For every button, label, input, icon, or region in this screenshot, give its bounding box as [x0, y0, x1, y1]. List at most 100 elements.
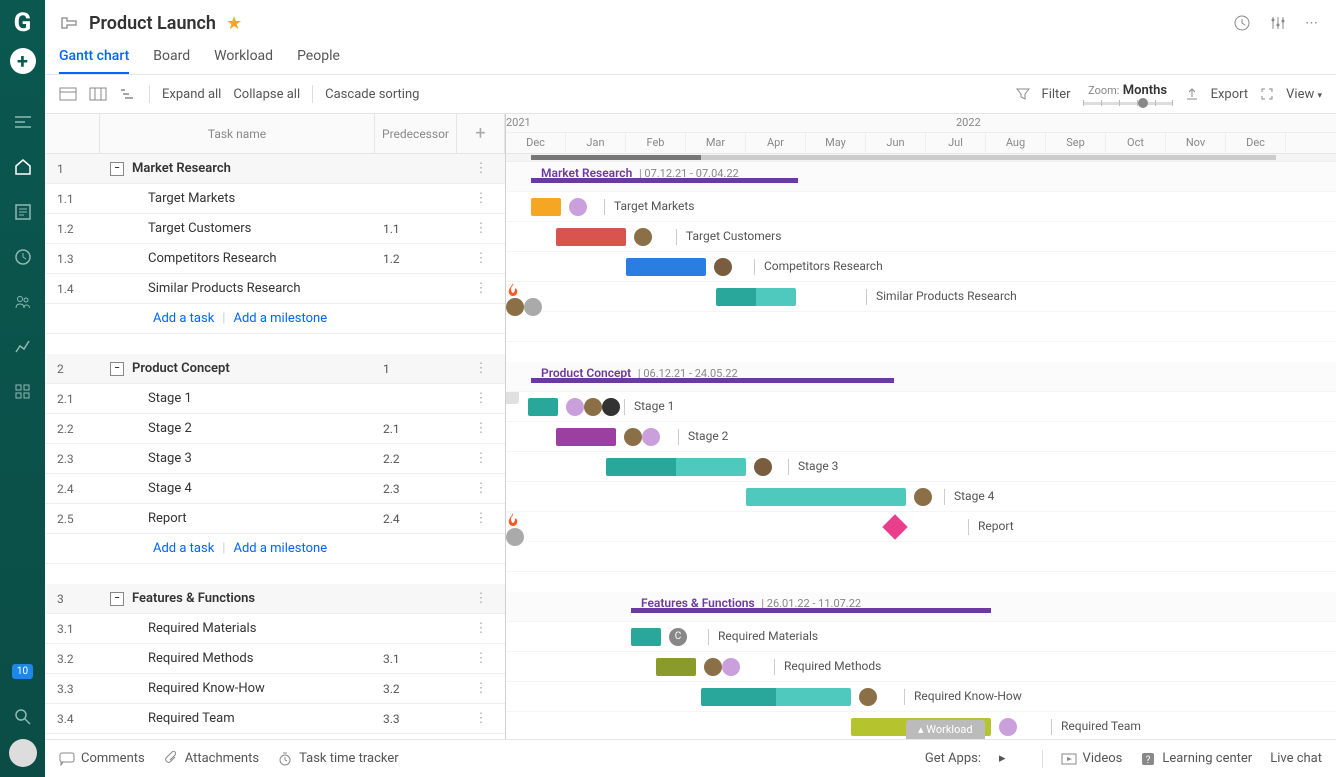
row-menu[interactable]: ⋮	[457, 391, 505, 406]
task-bar[interactable]	[626, 258, 706, 276]
group-row[interactable]: 3−Features & Functions⋮	[45, 584, 505, 614]
expand-all-button[interactable]: Expand all	[162, 87, 221, 102]
settings-icon[interactable]	[1265, 10, 1291, 36]
row-menu[interactable]: ⋮	[457, 361, 505, 376]
milestone-marker[interactable]	[882, 514, 907, 539]
row-menu[interactable]: ⋮	[457, 251, 505, 266]
favorite-star-icon[interactable]: ★	[226, 13, 242, 34]
add-button[interactable]: +	[10, 48, 36, 74]
search-icon[interactable]	[0, 694, 45, 739]
columns-icon[interactable]	[89, 87, 107, 101]
apps-icon[interactable]	[0, 369, 45, 414]
live-chat-button[interactable]: Live chat	[1270, 751, 1322, 766]
add-milestone-link[interactable]: Add a milestone	[233, 541, 327, 556]
group-bar[interactable]	[531, 178, 798, 183]
task-row[interactable]: 1.1Target Markets⋮	[45, 184, 505, 214]
group-row[interactable]: 2−Product Concept1⋮	[45, 354, 505, 384]
filter-button[interactable]: Filter	[1042, 87, 1071, 102]
task-row[interactable]: 3.2Required Methods3.1⋮	[45, 644, 505, 674]
task-bar[interactable]	[631, 628, 661, 646]
row-menu[interactable]: ⋮	[457, 621, 505, 636]
row-menu[interactable]: ⋮	[457, 451, 505, 466]
row-menu[interactable]: ⋮	[457, 421, 505, 436]
view-button[interactable]: View ▾	[1286, 87, 1322, 102]
task-bar[interactable]	[531, 198, 561, 216]
view-mode-icon[interactable]	[59, 87, 77, 101]
cascade-sort-button[interactable]: Cascade sorting	[325, 87, 419, 102]
group-bar[interactable]	[631, 608, 991, 613]
task-row[interactable]: 1.4Similar Products Research⋮	[45, 274, 505, 304]
row-menu[interactable]: ⋮	[457, 651, 505, 666]
task-row[interactable]: 3.1Required Materials⋮	[45, 614, 505, 644]
learning-button[interactable]: ?Learning center	[1140, 751, 1252, 767]
add-task-link[interactable]: Add a task	[153, 541, 214, 556]
task-row[interactable]: 2.3Stage 32.2⋮	[45, 444, 505, 474]
task-row[interactable]: 2.2Stage 22.1⋮	[45, 414, 505, 444]
group-row[interactable]: 1−Market Research⋮	[45, 154, 505, 184]
time-icon[interactable]	[0, 234, 45, 279]
task-bar[interactable]	[606, 458, 746, 476]
task-row[interactable]: 1.2Target Customers1.1⋮	[45, 214, 505, 244]
more-icon[interactable]: ⋯	[1301, 12, 1322, 35]
row-menu[interactable]: ⋮	[457, 481, 505, 496]
task-bar[interactable]	[556, 228, 626, 246]
row-menu[interactable]: ⋮	[457, 221, 505, 236]
zoom-slider[interactable]	[1083, 102, 1173, 105]
tab-people[interactable]: People	[297, 40, 340, 74]
row-menu[interactable]: ⋮	[457, 681, 505, 696]
row-menu[interactable]: ⋮	[457, 281, 505, 296]
videos-button[interactable]: Videos	[1061, 751, 1123, 767]
task-row[interactable]: 2.4Stage 42.3⋮	[45, 474, 505, 504]
task-bar[interactable]	[556, 428, 616, 446]
row-menu[interactable]: ⋮	[457, 191, 505, 206]
col-task-name[interactable]: Task name	[100, 114, 375, 153]
comments-button[interactable]: Comments	[59, 751, 145, 767]
attachments-button[interactable]: Attachments	[163, 751, 259, 767]
tasks-icon[interactable]	[0, 189, 45, 234]
collapse-toggle[interactable]: −	[110, 362, 124, 376]
task-bar[interactable]	[701, 688, 851, 706]
fit-icon[interactable]	[1260, 87, 1274, 101]
tab-board[interactable]: Board	[153, 40, 190, 74]
add-column-button[interactable]: +	[457, 114, 505, 153]
history-icon[interactable]	[1229, 10, 1255, 36]
collapse-toggle[interactable]: −	[110, 162, 124, 176]
workload-toggle[interactable]: ▴ Workload	[906, 720, 985, 739]
menu-icon[interactable]	[0, 99, 45, 144]
group-bar[interactable]	[531, 378, 894, 383]
team-icon[interactable]	[0, 279, 45, 324]
home-icon[interactable]	[0, 144, 45, 189]
task-bar[interactable]	[528, 398, 558, 416]
chart-task-row: Stage 4	[506, 482, 1336, 512]
task-label: Stage 3	[798, 459, 838, 473]
notification-badge[interactable]: 10	[12, 664, 33, 679]
row-menu[interactable]: ⋮	[457, 591, 505, 606]
indent-icon[interactable]	[119, 87, 137, 101]
col-predecessor[interactable]: Predecessor	[375, 114, 457, 153]
tab-gantt[interactable]: Gantt chart	[59, 40, 129, 74]
task-bar[interactable]	[746, 488, 906, 506]
task-row[interactable]: 3.4Required Team3.3⋮	[45, 704, 505, 734]
time-tracker-button[interactable]: Task time tracker	[277, 751, 399, 767]
add-task-link[interactable]: Add a task	[153, 311, 214, 326]
task-row[interactable]: 2.5Report2.4⋮	[45, 504, 505, 534]
tab-workload[interactable]: Workload	[214, 40, 273, 74]
row-menu[interactable]: ⋮	[457, 511, 505, 526]
row-menu[interactable]: ⋮	[457, 161, 505, 176]
android-icon[interactable]: ▸	[999, 751, 1006, 766]
task-bar[interactable]	[656, 658, 696, 676]
task-row[interactable]: 3.3Required Know-How3.2⋮	[45, 674, 505, 704]
collapse-all-button[interactable]: Collapse all	[233, 87, 300, 102]
user-avatar[interactable]	[9, 739, 37, 767]
add-milestone-link[interactable]: Add a milestone	[233, 311, 327, 326]
task-grid: Task name Predecessor + 1−Market Researc…	[45, 114, 506, 739]
timeline-scrollbar[interactable]	[506, 154, 1336, 162]
reports-icon[interactable]	[0, 324, 45, 369]
export-button[interactable]: Export	[1211, 87, 1249, 102]
task-label: Competitors Research	[764, 259, 883, 273]
collapse-toggle[interactable]: −	[110, 592, 124, 606]
task-row[interactable]: 2.1Stage 1⋮	[45, 384, 505, 414]
task-bar[interactable]	[716, 288, 796, 306]
row-menu[interactable]: ⋮	[457, 711, 505, 726]
task-row[interactable]: 1.3Competitors Research1.2⋮	[45, 244, 505, 274]
